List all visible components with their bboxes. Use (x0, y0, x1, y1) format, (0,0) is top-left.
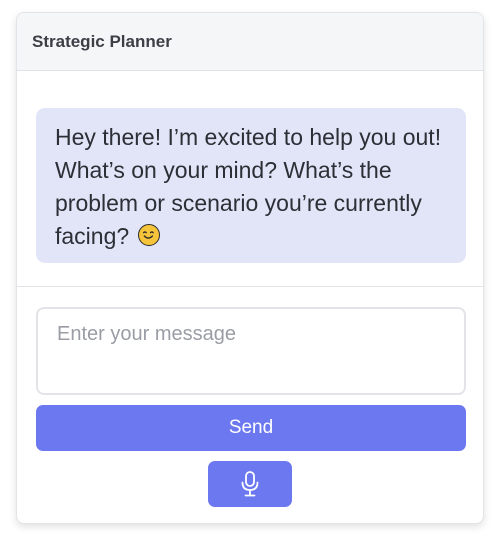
send-button[interactable]: Send (36, 405, 466, 451)
assistant-message-bubble: Hey there! I’m excited to help you out! … (36, 108, 466, 263)
message-text: Hey there! I’m excited to help you out! … (55, 124, 442, 249)
chat-window: Strategic Planner Hey there! I’m excited… (16, 12, 484, 524)
message-input[interactable] (36, 307, 466, 395)
microphone-button[interactable] (208, 461, 292, 507)
microphone-icon (239, 470, 261, 498)
composer: Send (17, 287, 483, 507)
chat-title: Strategic Planner (32, 31, 172, 51)
chat-header: Strategic Planner (17, 13, 483, 71)
smiling-face-emoji-icon (137, 224, 160, 246)
message-list: Hey there! I’m excited to help you out! … (17, 71, 483, 287)
